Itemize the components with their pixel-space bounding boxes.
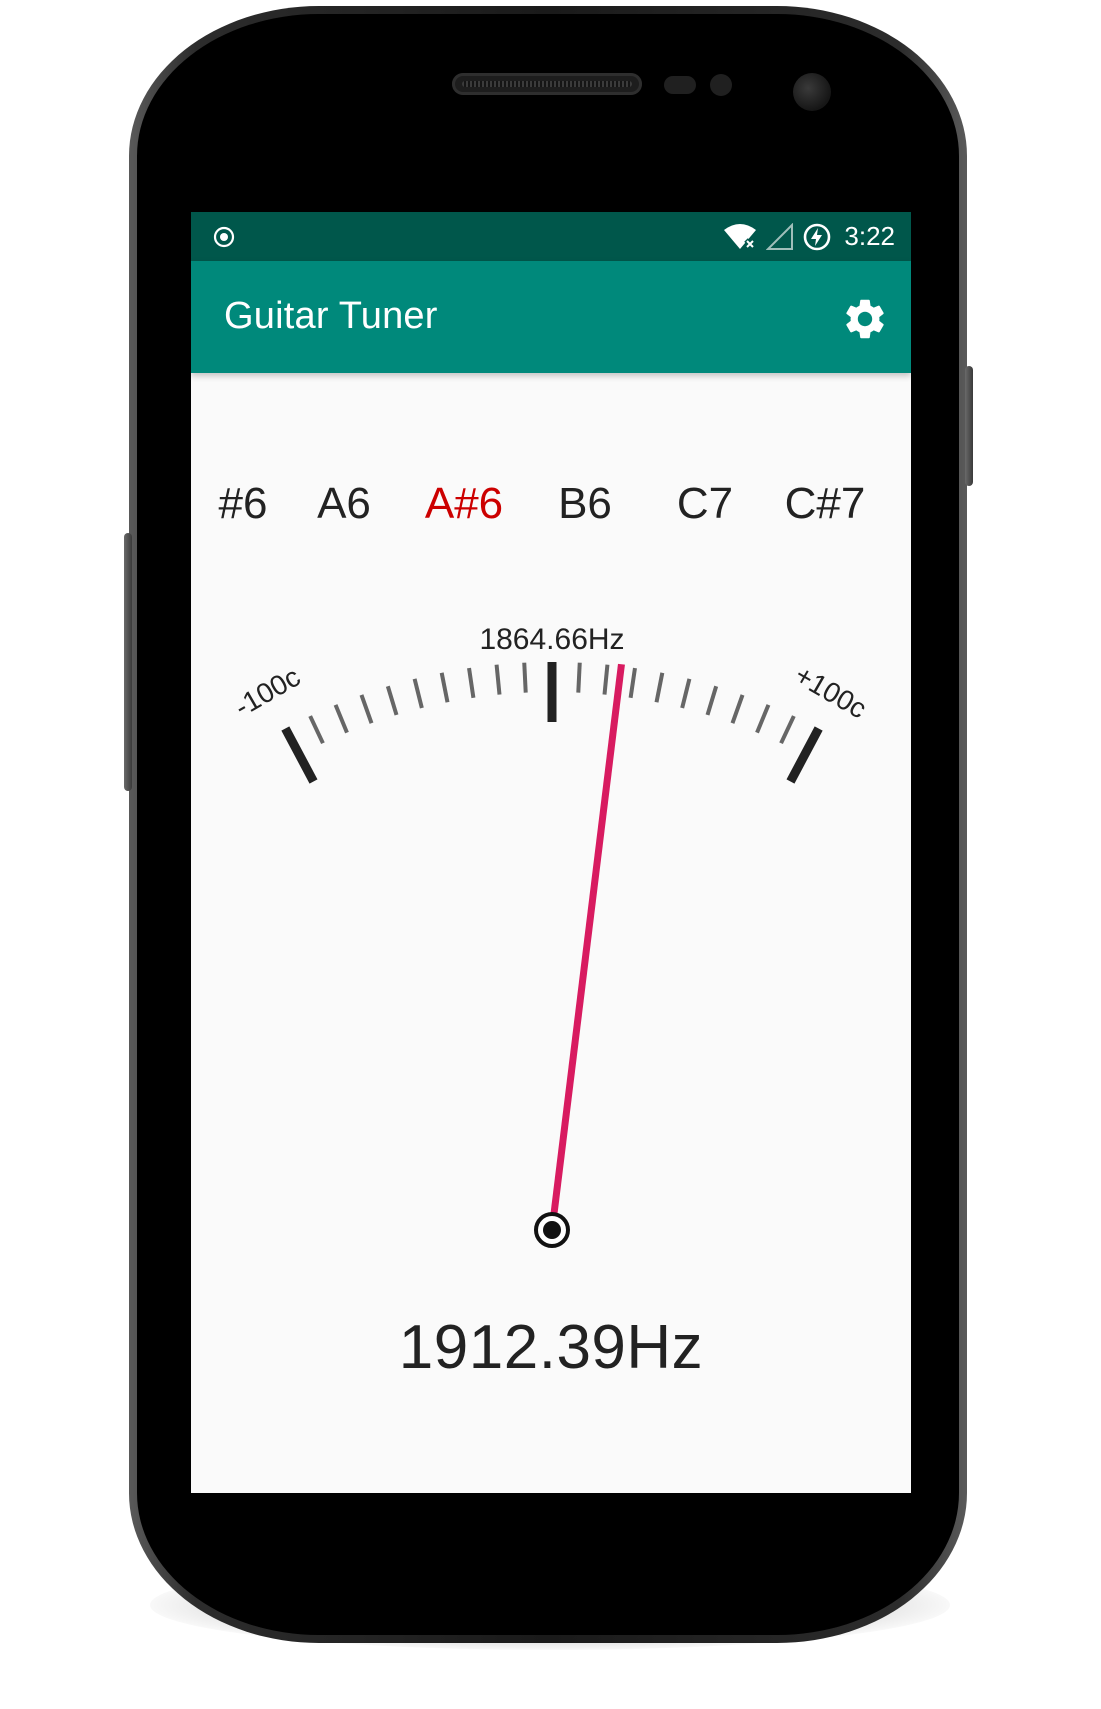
volume-button [124,533,132,791]
dial-ticks [281,662,823,784]
minor-tick [654,672,665,703]
front-camera [793,73,831,111]
minor-tick [333,704,349,734]
minor-tick [494,664,502,695]
minor-tick [628,667,637,699]
minor-tick [308,715,325,745]
minor-tick [385,685,399,716]
minor-tick [439,672,450,703]
minor-tick [705,685,719,716]
screen: 3:22 Guitar Tuner #6 A6 A#6 B6 C7 C#7 18… [191,212,911,1493]
detected-frequency: 1912.39Hz [398,1313,704,1382]
power-button [965,366,973,486]
minor-tick [730,694,745,724]
minor-tick [576,662,582,693]
minor-tick [522,662,528,693]
earpiece-speaker [452,73,642,95]
minor-tick [779,715,796,745]
minor-tick [359,694,374,724]
major-tick [786,726,823,784]
major-tick [281,726,318,784]
light-sensor [710,74,732,96]
minor-tick [755,704,771,734]
minor-tick [602,664,610,695]
minor-tick [412,678,424,709]
tuner-dial: 1864.66Hz -100c +100c [229,623,872,1248]
target-frequency-label: 1864.66Hz [479,623,624,656]
min-cents-label: -100c [229,661,305,723]
minor-tick [680,678,692,709]
max-cents-label: +100c [790,659,872,724]
proximity-sensor [664,76,696,94]
tuner-needle [548,663,625,1231]
minor-tick [467,667,476,699]
needle-pivot-center [543,1221,561,1239]
